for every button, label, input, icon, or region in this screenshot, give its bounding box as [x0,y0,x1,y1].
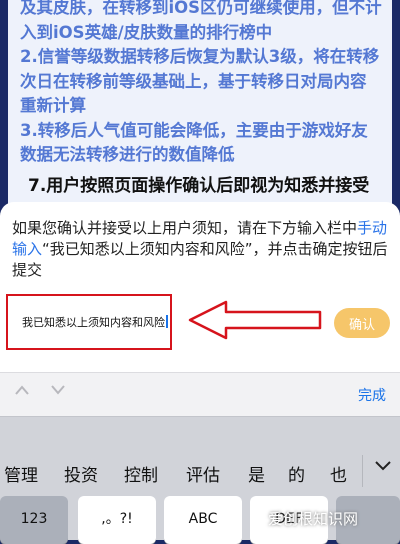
candidate-row: 管理 投资 控制 评估 是 的 也 [0,461,400,486]
input-row: 我已知悉以上须知内容和风险 确认 [0,290,400,356]
candidate-word[interactable]: 控制 [124,461,158,486]
acceptance-paragraph: 7.用户按照页面操作确认后即视为知悉并接受 [28,176,370,196]
candidate-bar: 管理 投资 控制 评估 是 的 也 [0,416,400,489]
text-caret [166,315,168,328]
numbers-key[interactable]: 123 [0,496,68,544]
confirm-sheet: 如果您确认并接受以上用户须知，请在下方输入栏中手动输入“我已知悉以上须知内容和风… [0,202,400,372]
candidate-word[interactable]: 的 [288,461,305,486]
confirm-input[interactable]: 我已知悉以上须知内容和风险 [22,314,168,330]
done-button[interactable]: 完成 [358,385,386,405]
notice-part1: 如果您确认并接受以上用户须知，请在下方输入栏中 [12,219,358,237]
chevron-down-icon[interactable] [50,383,66,397]
abc-key[interactable]: ABC [164,496,242,544]
confirm-button[interactable]: 确认 [334,308,390,338]
rules-text: 及其皮肤，在转移到iOS区仍可继续使用，但不计入到iOS英雄/皮肤数量的排行榜中… [20,0,382,164]
notice-text: 如果您确认并接受以上用户须知，请在下方输入栏中手动输入“我已知悉以上须知内容和风… [12,218,390,281]
candidate-word[interactable]: 管理 [4,461,38,486]
red-arrow-icon [188,300,322,340]
notice-part2: “我已知悉以上须知内容和风险”，并点击确定按钮后提交 [12,240,388,279]
confirm-input-highlight: 我已知悉以上须知内容和风险 [6,294,172,350]
keyboard-toolbar: 完成 [0,372,400,417]
chevron-up-icon[interactable] [14,383,30,397]
candidate-divider [362,455,363,487]
candidate-word[interactable]: 也 [330,461,347,486]
watermark: 爱创根知识网 [268,510,359,528]
candidate-word[interactable]: 投资 [64,461,98,486]
candidate-word[interactable]: 评估 [186,461,220,486]
confirm-input-value: 我已知悉以上须知内容和风险 [22,316,165,329]
candidate-word[interactable]: 是 [248,461,265,486]
punctuation-key[interactable]: ,。?! [78,496,156,544]
background-card: 及其皮肤，在转移到iOS区仍可继续使用，但不计入到iOS英雄/皮肤数量的排行榜中… [8,0,392,210]
expand-candidates-icon[interactable] [374,459,392,473]
